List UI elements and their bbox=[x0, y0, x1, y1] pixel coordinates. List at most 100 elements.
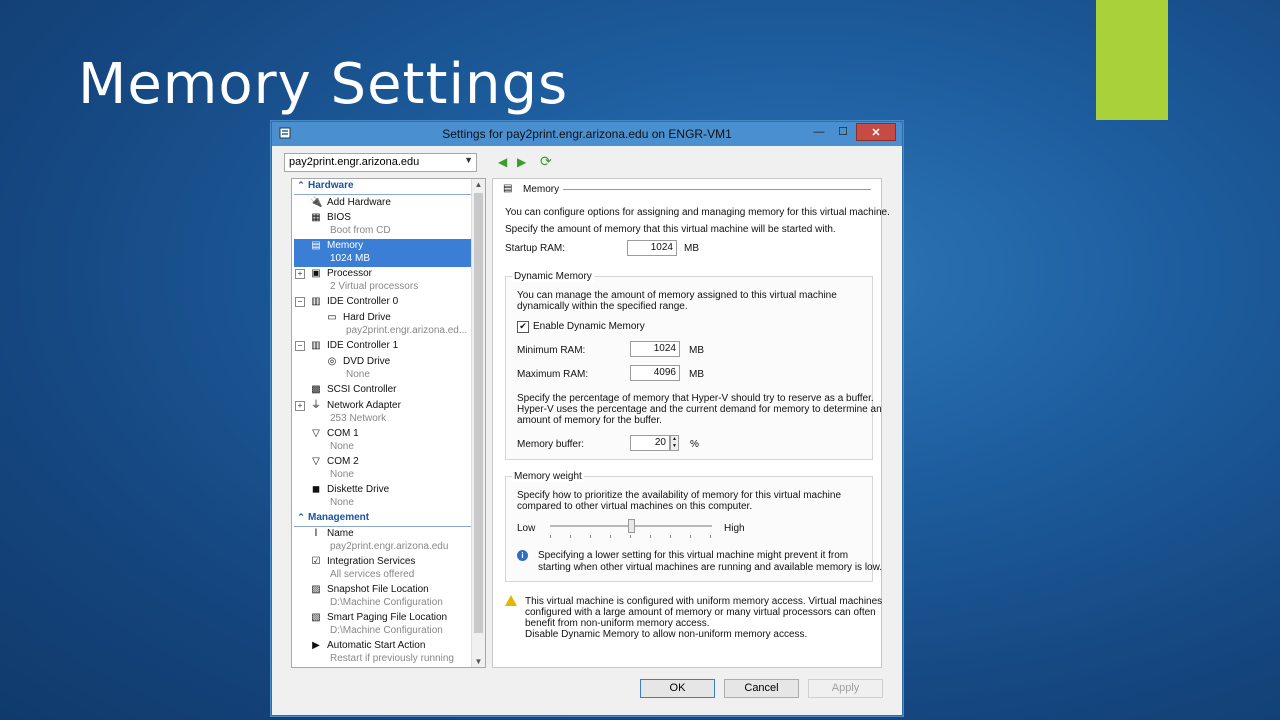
collapse-chevron-icon: ⌃ bbox=[297, 180, 305, 190]
apply-button[interactable]: Apply bbox=[808, 679, 883, 698]
tree-item-scsi-controller[interactable]: ▩ SCSI Controller bbox=[294, 383, 473, 398]
tree-item-ide-controller-1[interactable]: − ▥ IDE Controller 1 bbox=[294, 339, 473, 354]
tree-item-smart-paging-file-location[interactable]: ▧ Smart Paging File Location D:\Machine … bbox=[294, 611, 473, 639]
memory-intro-line-1: You can configure options for assigning … bbox=[505, 207, 890, 218]
dvd-disc-icon: ◎ bbox=[327, 356, 337, 367]
warning-line-1: This virtual machine is configured with … bbox=[525, 596, 883, 607]
scroll-down-icon[interactable]: ▼ bbox=[472, 657, 485, 666]
memory-buffer-spinner[interactable]: ▲ ▼ bbox=[670, 435, 679, 451]
header-divider bbox=[563, 189, 871, 190]
start-action-icon: ▶ bbox=[312, 640, 320, 651]
memory-weight-slider[interactable] bbox=[550, 519, 712, 541]
startup-ram-input[interactable]: 1024 bbox=[627, 240, 677, 256]
tree-item-network-adapter[interactable]: + ⏚ Network Adapter 253 Network bbox=[294, 399, 473, 427]
tree-item-processor[interactable]: + ▣ Processor 2 Virtual processors bbox=[294, 267, 473, 295]
ok-button[interactable]: OK bbox=[640, 679, 715, 698]
minimum-ram-input[interactable]: 1024 bbox=[630, 341, 680, 357]
network-adapter-icon: ⏚ bbox=[311, 400, 321, 411]
smart-paging-icon: ▧ bbox=[311, 612, 321, 623]
cancel-button[interactable]: Cancel bbox=[724, 679, 799, 698]
tree-item-com-2[interactable]: ▽ COM 2 None bbox=[294, 455, 473, 483]
memory-buffer-input[interactable]: 20 bbox=[630, 435, 670, 451]
slider-thumb[interactable] bbox=[628, 519, 635, 533]
slider-tick bbox=[710, 535, 711, 538]
memory-weight-desc-1: Specify how to prioritize the availabili… bbox=[517, 490, 842, 501]
minimum-ram-label: Minimum RAM: bbox=[517, 345, 586, 356]
ide-controller-icon: ▥ bbox=[311, 340, 321, 351]
memory-intro-line-2: Specify the amount of memory that this v… bbox=[505, 224, 836, 235]
memory-buffer-label: Memory buffer: bbox=[517, 439, 585, 450]
com-port-icon: ▽ bbox=[312, 428, 320, 439]
maximum-ram-label: Maximum RAM: bbox=[517, 369, 589, 380]
tree-section-management[interactable]: ⌃ Management bbox=[294, 512, 471, 527]
minimize-button[interactable]: — bbox=[808, 123, 830, 141]
slider-tick bbox=[670, 535, 671, 538]
tree-item-hard-drive[interactable]: ▭ Hard Drive pay2print.engr.arizona.ed..… bbox=[294, 311, 473, 339]
startup-ram-unit: MB bbox=[684, 243, 699, 254]
tree-item-diskette-drive[interactable]: ◼ Diskette Drive None bbox=[294, 483, 473, 511]
slider-tick bbox=[570, 535, 571, 538]
tree-item-com-1[interactable]: ▽ COM 1 None bbox=[294, 427, 473, 455]
buffer-desc-2: Hyper-V uses the percentage and the curr… bbox=[517, 404, 882, 415]
enable-dynamic-memory-checkbox[interactable]: ✔ bbox=[517, 321, 529, 333]
forward-arrow-icon[interactable]: ▶ bbox=[517, 155, 526, 169]
scsi-controller-icon: ▩ bbox=[311, 384, 321, 395]
slider-tick bbox=[650, 535, 651, 538]
enable-dynamic-memory-label: Enable Dynamic Memory bbox=[533, 321, 645, 332]
warning-line-2: configured with a large amount of memory… bbox=[525, 607, 876, 618]
expand-plus-icon[interactable]: + bbox=[295, 269, 305, 279]
scroll-up-icon[interactable]: ▲ bbox=[472, 180, 485, 189]
memory-buffer-unit: % bbox=[690, 439, 699, 450]
tree-item-name[interactable]: Ⅰ Name pay2print.engr.arizona.edu bbox=[294, 527, 473, 555]
maximize-button[interactable]: ☐ bbox=[832, 123, 854, 141]
weight-info-line-2: starting when other virtual machines are… bbox=[538, 562, 883, 573]
tree-item-bios[interactable]: ▦ BIOS Boot from CD bbox=[294, 211, 473, 239]
tree-section-hardware[interactable]: ⌃ Hardware bbox=[294, 180, 471, 195]
dynamic-memory-caption: Dynamic Memory bbox=[512, 271, 594, 282]
tree-item-dvd-drive[interactable]: ◎ DVD Drive None bbox=[294, 355, 473, 383]
startup-ram-label: Startup RAM: bbox=[505, 243, 566, 254]
tree-item-integration-services[interactable]: ☑ Integration Services All services offe… bbox=[294, 555, 473, 583]
memory-weight-group: Memory weight Specify how to prioritize … bbox=[505, 471, 882, 582]
vm-select[interactable]: pay2print.engr.arizona.edu ▼ bbox=[284, 153, 477, 172]
info-icon: i bbox=[517, 550, 528, 561]
add-hardware-icon: 🔌 bbox=[310, 197, 323, 208]
vm-select-value: pay2print.engr.arizona.edu bbox=[289, 156, 420, 168]
memory-chip-icon: ▤ bbox=[503, 183, 513, 194]
bios-chip-icon: ▦ bbox=[311, 212, 321, 223]
weight-info-line-1: Specifying a lower setting for this virt… bbox=[538, 550, 849, 561]
slider-high-label: High bbox=[724, 523, 745, 534]
collapse-minus-icon[interactable]: − bbox=[295, 341, 305, 351]
integration-services-icon: ☑ bbox=[311, 556, 321, 567]
scrollbar-thumb[interactable] bbox=[474, 193, 483, 633]
slider-tick bbox=[690, 535, 691, 538]
collapse-minus-icon[interactable]: − bbox=[295, 297, 305, 307]
slide-title: Memory Settings bbox=[78, 52, 569, 117]
buffer-desc-1: Specify the percentage of memory that Hy… bbox=[517, 393, 874, 404]
chevron-down-icon: ▼ bbox=[464, 155, 473, 165]
memory-header: Memory bbox=[523, 184, 560, 195]
slider-tick bbox=[610, 535, 611, 538]
settings-tree: ⌃ Hardware 🔌 Add Hardware ▦ BIOS Boot fro… bbox=[291, 178, 486, 668]
memory-chip-icon: ▤ bbox=[311, 240, 321, 251]
tree-item-ide-controller-0[interactable]: − ▥ IDE Controller 0 bbox=[294, 295, 473, 310]
tree-item-snapshot-file-location[interactable]: ▨ Snapshot File Location D:\Machine Conf… bbox=[294, 583, 473, 611]
settings-window: Settings for pay2print.engr.arizona.edu … bbox=[271, 121, 903, 716]
dynamic-memory-desc-1: You can manage the amount of memory assi… bbox=[517, 290, 837, 301]
refresh-icon[interactable]: ⟳ bbox=[540, 153, 552, 170]
back-arrow-icon[interactable]: ◀ bbox=[498, 155, 507, 169]
maximum-ram-unit: MB bbox=[689, 369, 704, 380]
maximum-ram-input[interactable]: 4096 bbox=[630, 365, 680, 381]
memory-weight-caption: Memory weight bbox=[512, 471, 584, 482]
close-button[interactable]: ✕ bbox=[856, 123, 896, 141]
hard-drive-icon: ▭ bbox=[327, 312, 337, 323]
buffer-desc-3: amount of memory for the buffer. bbox=[517, 415, 662, 426]
title-bar[interactable]: Settings for pay2print.engr.arizona.edu … bbox=[272, 122, 902, 146]
expand-plus-icon[interactable]: + bbox=[295, 401, 305, 411]
tree-scrollbar[interactable]: ▲ ▼ bbox=[471, 179, 485, 667]
tree-item-memory[interactable]: ▤ Memory 1024 MB bbox=[294, 239, 473, 267]
warning-icon bbox=[505, 595, 517, 606]
slider-tick bbox=[550, 535, 551, 538]
com-port-icon: ▽ bbox=[312, 456, 320, 467]
tree-item-automatic-start-action[interactable]: ▶ Automatic Start Action Restart if prev… bbox=[294, 639, 473, 667]
